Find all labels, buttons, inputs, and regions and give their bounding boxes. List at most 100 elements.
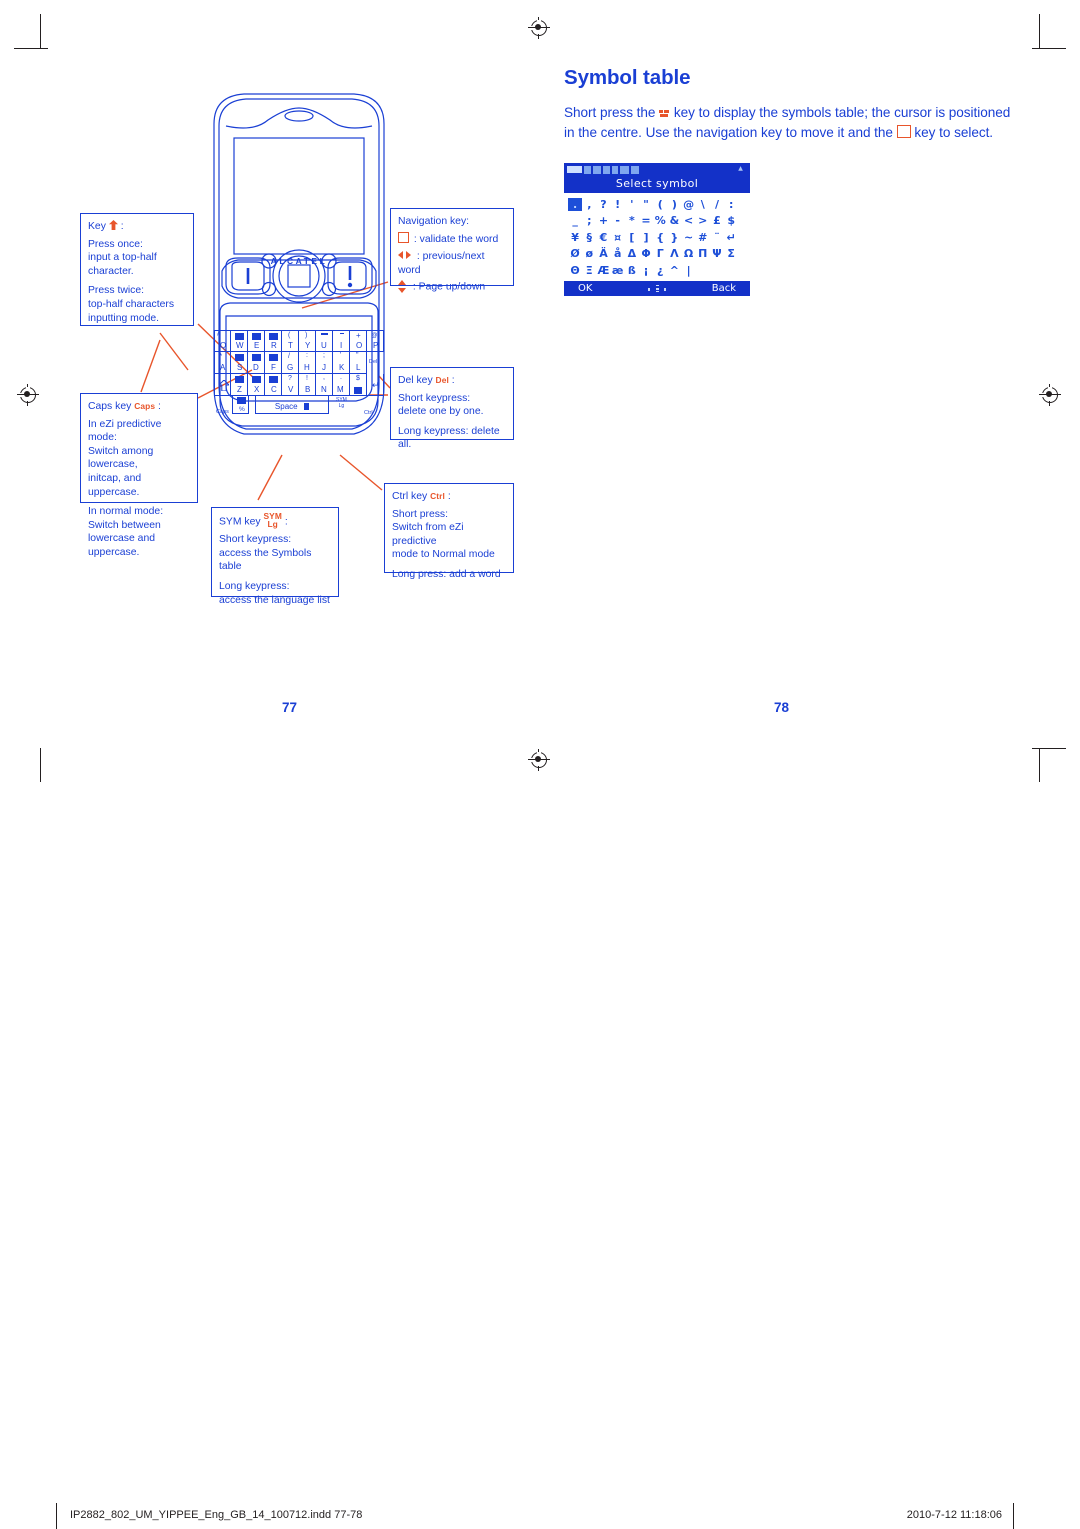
symbol-cell[interactable]: Æ (596, 264, 610, 277)
symbol-cell[interactable]: ! (611, 198, 625, 211)
softkey-bar: OK Back (564, 280, 750, 296)
symbol-cell[interactable]: € (596, 231, 610, 244)
symbol-cell[interactable]: ¿ (653, 264, 667, 277)
symbol-cell[interactable]: § (582, 231, 596, 244)
symbol-cell[interactable]: Λ (667, 247, 681, 260)
symbol-cell[interactable]: > (696, 214, 710, 227)
symbol-cell[interactable]: Ψ (710, 247, 724, 260)
symbol-cell[interactable]: # (696, 231, 710, 244)
symbol-cell[interactable]: ; (582, 214, 596, 227)
symbol-cell[interactable]: Γ (653, 247, 667, 260)
symbol-cell[interactable]: - (611, 214, 625, 227)
symbol-cell[interactable]: Σ (724, 247, 738, 260)
symbol-cell[interactable]: Π (696, 247, 710, 260)
symbol-row: ØøÄåΔΦΓΛΩΠΨΣ (568, 246, 746, 263)
symbol-cell[interactable]: ) (667, 198, 681, 211)
status-icon-2 (593, 165, 601, 174)
symbol-cell[interactable]: ' (625, 198, 639, 211)
symbol-table-paragraph: Short press the key to display the symbo… (564, 105, 1011, 140)
symbol-cell[interactable]: * (625, 214, 639, 227)
symbol-cell[interactable]: ¡ (639, 264, 653, 277)
symbol-cell[interactable]: , (582, 198, 596, 211)
symbol-cell[interactable]: : (724, 198, 738, 211)
callout-sym-key: SYM key SYM Lg : Short keypress: access … (211, 507, 339, 606)
key-shift (214, 374, 231, 396)
left-arrow-icon (398, 251, 403, 260)
status-icon-6 (631, 165, 639, 174)
manual-page-spread: ALCATEL ALCATEL # Q W E R ( T ) (0, 0, 1080, 1529)
symbol-cell[interactable]: % (653, 214, 667, 227)
callout-nav-header: Navigation key: (398, 216, 470, 227)
symbol-cell[interactable]: ~ (682, 231, 696, 244)
symbol-cell[interactable]: å (611, 247, 625, 260)
symbol-cell[interactable]: @ (682, 198, 696, 211)
symbol-cell[interactable]: " (639, 198, 653, 211)
registration-mark-right (1039, 384, 1061, 406)
page-number-left: 77 (282, 700, 298, 715)
sym-line2-1: access the language list (219, 594, 330, 606)
symbol-cell[interactable]: Θ (568, 264, 582, 277)
symbol-cell[interactable]: + (596, 214, 610, 227)
softkey-back[interactable]: Back (712, 281, 736, 296)
symbol-table-section: Symbol table Short press the key to disp… (564, 66, 1016, 142)
symbol-cell[interactable]: ¥ (568, 231, 582, 244)
key-I: I (333, 330, 350, 352)
symbol-cell[interactable]: æ (611, 264, 625, 277)
symbol-cell[interactable]: ^ (667, 264, 681, 277)
symbol-cell[interactable]: ¤ (611, 231, 625, 244)
symbol-cell[interactable]: Φ (639, 247, 653, 260)
symbol-cell[interactable]: | (682, 264, 696, 277)
symbol-cell[interactable]: £ (710, 214, 724, 227)
symbol-cell[interactable]: \ (696, 198, 710, 211)
symbol-cell[interactable]: & (667, 214, 681, 227)
crop-mark-tl-v (40, 14, 41, 48)
key-Del: Del (369, 359, 378, 365)
symbol-cell[interactable]: Δ (625, 247, 639, 260)
symbol-cell[interactable]: ø (582, 247, 596, 260)
page-title: Symbol table (564, 66, 691, 89)
symbol-cell[interactable]: / (710, 198, 724, 211)
symbol-cell[interactable]: ↵ (724, 231, 738, 244)
callout-sym-header: SYM key SYM Lg : (219, 511, 288, 529)
key-L: " L (350, 352, 367, 374)
sym-key-icon (659, 109, 670, 120)
softkey-ok[interactable]: OK (578, 281, 592, 296)
symbol-cell[interactable]: ] (639, 231, 653, 244)
callout-caps-header: Caps key Caps : (88, 401, 161, 412)
symbol-cell[interactable]: Ω (682, 247, 696, 260)
callout-del-key: Del key Del : Short keypress: delete one… (390, 367, 514, 450)
symbol-cell[interactable]: Ø (568, 247, 582, 260)
symbol-cell[interactable]: { (653, 231, 667, 244)
symbol-cell[interactable]: ß (625, 264, 639, 277)
symbol-cell[interactable]: ( (653, 198, 667, 211)
symbol-cell[interactable]: Ξ (582, 264, 596, 277)
symbol-cell[interactable]: ¨ (710, 231, 724, 244)
ok-square-key-icon (896, 125, 911, 139)
caps-line-2: initcap, and uppercase. (88, 472, 142, 498)
square-key-icon (398, 232, 409, 244)
symbol-cell[interactable]: ? (596, 198, 610, 211)
symbol-cell[interactable]: < (682, 214, 696, 227)
footer-divider-left (56, 1503, 57, 1529)
key-C: C (265, 374, 282, 396)
symbol-cell[interactable]: _ (568, 214, 582, 227)
battery-icon (567, 166, 582, 173)
screen-title: Select symbol (564, 176, 750, 193)
symbol-cell[interactable]: = (639, 214, 653, 227)
ctrl-line-0: Short press: (392, 508, 449, 520)
symbol-cell[interactable]: Ä (596, 247, 610, 260)
ctrl-line-1: Switch from eZi predictive (392, 522, 464, 547)
sym-line-0: Short keypress: (219, 534, 292, 546)
callout-navigation-key: Navigation key: : validate the word : pr… (390, 208, 514, 294)
symbol-cell[interactable]: [ (625, 231, 639, 244)
sym-badge: SYM Lg (263, 511, 282, 529)
navigation-pad-icon[interactable] (648, 284, 666, 293)
del-line-0: Short keypress: (398, 392, 471, 404)
crop-mark-tr-v (1039, 14, 1040, 48)
registration-mark-top (528, 17, 550, 39)
ctrl-line-2: mode to Normal mode (392, 549, 495, 561)
symbol-cell[interactable]: . (568, 197, 583, 211)
symbol-cell[interactable]: } (667, 231, 681, 244)
signal-icon: ▲ (738, 165, 744, 172)
symbol-cell[interactable]: $ (724, 214, 738, 227)
